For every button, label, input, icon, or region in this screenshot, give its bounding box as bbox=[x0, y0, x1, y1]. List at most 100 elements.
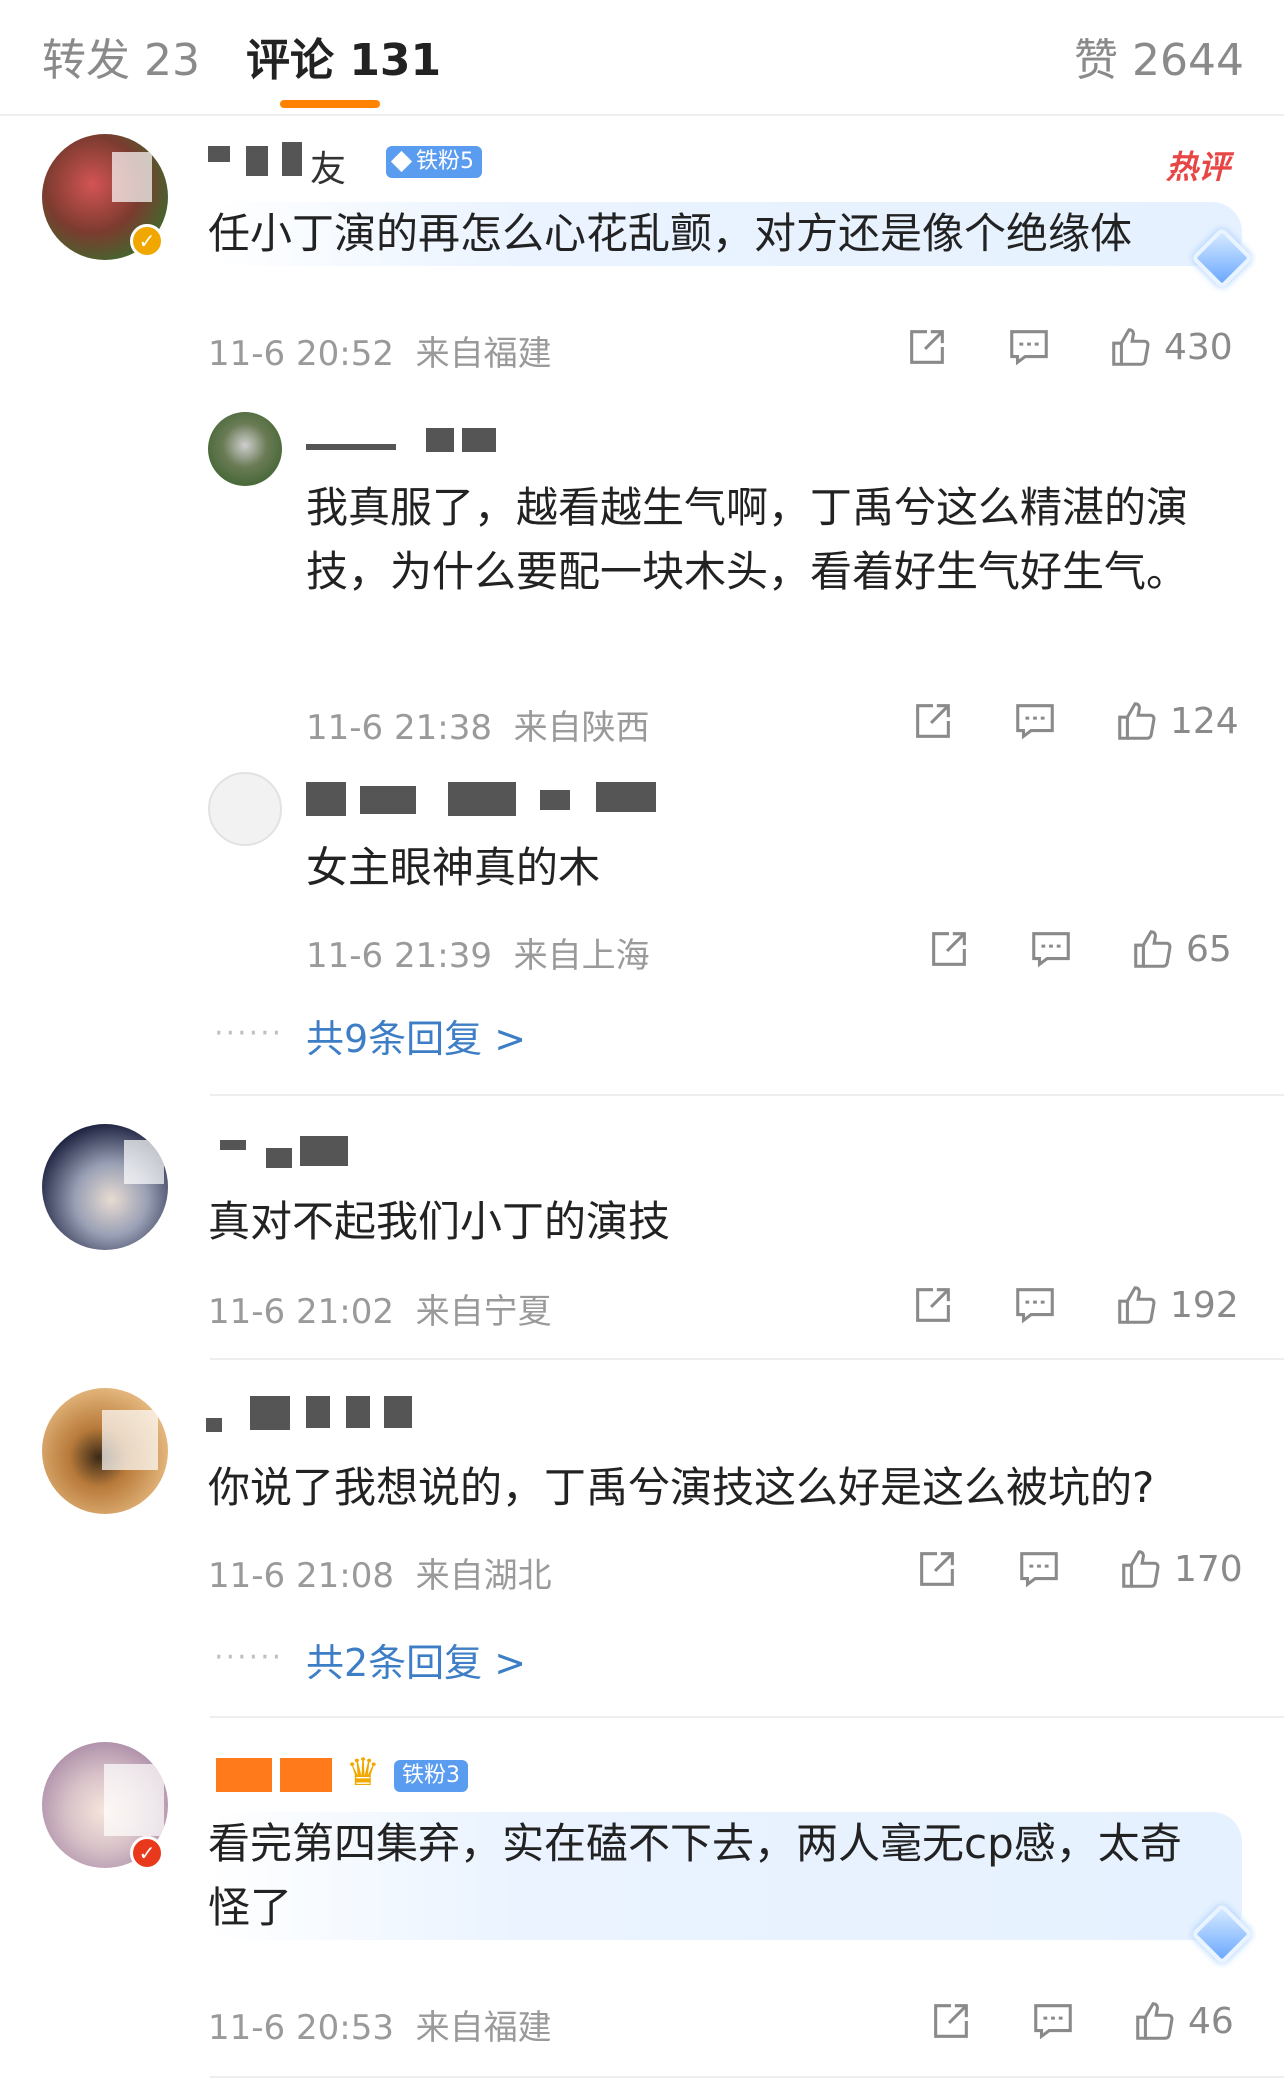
share-button[interactable] bbox=[904, 322, 950, 372]
comment-icon bbox=[1016, 704, 1054, 740]
comment-meta: 11-6 20:53 来自福建 bbox=[208, 2008, 552, 2048]
name-mask bbox=[220, 1140, 246, 1150]
tab-comments[interactable]: 评论 131 bbox=[246, 24, 441, 88]
thumbs-up-icon bbox=[1118, 702, 1156, 740]
name-mask bbox=[596, 782, 656, 812]
view-replies-link[interactable]: 共2条回复 > bbox=[306, 1632, 526, 1687]
comment-meta: 11-6 21:02 来自宁夏 bbox=[208, 1292, 552, 1332]
name-mask bbox=[306, 782, 346, 816]
comment-meta: 11-6 20:52 来自福建 bbox=[208, 334, 552, 374]
share-icon bbox=[934, 2004, 968, 2038]
comment-actions: 170 bbox=[910, 1544, 1250, 1594]
reply-button[interactable] bbox=[1012, 1280, 1058, 1330]
like-button[interactable]: 46 bbox=[1132, 1996, 1234, 2046]
name-mask bbox=[448, 782, 516, 816]
comment-icon bbox=[1020, 1552, 1058, 1588]
tab-likes[interactable]: 赞 2644 bbox=[1074, 24, 1244, 88]
name-mask bbox=[266, 1148, 292, 1168]
name-mask bbox=[208, 146, 230, 162]
name-mask bbox=[216, 1758, 272, 1792]
name-mask bbox=[346, 1396, 370, 1428]
reply-actions: 65 bbox=[922, 924, 1252, 974]
more-dots: ······ bbox=[214, 1016, 284, 1051]
reply-button[interactable] bbox=[1016, 1544, 1062, 1594]
thumbs-up-icon bbox=[1122, 1550, 1160, 1588]
like-button[interactable]: 65 bbox=[1130, 924, 1232, 974]
avatar[interactable] bbox=[42, 1124, 168, 1250]
share-icon bbox=[920, 1552, 954, 1586]
reply-actions: 124 bbox=[906, 696, 1246, 746]
verified-icon: ✓ bbox=[130, 224, 164, 258]
share-button[interactable] bbox=[928, 1996, 974, 2046]
name-mask bbox=[462, 428, 496, 452]
share-button[interactable] bbox=[926, 924, 972, 974]
name-mask bbox=[206, 1418, 222, 1432]
thumbs-up-icon bbox=[1112, 328, 1150, 366]
avatar[interactable] bbox=[208, 412, 282, 486]
diamond-icon bbox=[390, 150, 413, 173]
comment-text: 任小丁演的再怎么心花乱颤，对方还是像个绝缘体 bbox=[208, 202, 1242, 266]
comment-actions: 192 bbox=[906, 1280, 1246, 1330]
thumbs-up-icon bbox=[1118, 1286, 1156, 1324]
name-mask bbox=[360, 786, 416, 814]
avatar[interactable] bbox=[42, 1388, 168, 1514]
name-mask bbox=[426, 428, 454, 452]
comment-icon bbox=[1034, 2004, 1072, 2040]
thumbs-up-icon bbox=[1134, 930, 1172, 968]
like-button[interactable]: 124 bbox=[1114, 696, 1239, 746]
divider bbox=[210, 2076, 1284, 2078]
name-mask bbox=[280, 1758, 332, 1792]
reply-button[interactable] bbox=[1030, 1996, 1076, 2046]
name-mask bbox=[250, 1396, 290, 1430]
comment-text: 你说了我想说的，丁禹兮演技这么好是这么被坑的? bbox=[208, 1463, 1155, 1512]
tab-repost[interactable]: 转发 23 bbox=[42, 24, 200, 88]
comment-tabs: 转发 23 评论 131 赞 2644 bbox=[0, 0, 1284, 116]
crown-icon: ♛ bbox=[346, 1750, 381, 1794]
reply-text: 女主眼神真的木 bbox=[306, 843, 601, 892]
share-button[interactable] bbox=[914, 1544, 960, 1594]
reply-button[interactable] bbox=[1006, 322, 1052, 372]
fan-badge: 铁粉5 bbox=[386, 146, 482, 178]
comment-icon bbox=[1016, 1288, 1054, 1324]
share-icon bbox=[916, 704, 950, 738]
more-dots: ······ bbox=[214, 1640, 284, 1675]
name-mask bbox=[300, 1136, 348, 1166]
like-button[interactable]: 430 bbox=[1108, 322, 1233, 372]
name-mask bbox=[306, 1396, 330, 1428]
reply-meta: 11-6 21:38 来自陕西 bbox=[306, 708, 650, 748]
comment-icon bbox=[1010, 330, 1048, 366]
comment-text: 看完第四集弃，实在磕不下去，两人毫无cp感，太奇怪了 bbox=[208, 1812, 1242, 1940]
share-button[interactable] bbox=[910, 1280, 956, 1330]
comment-actions: 430 bbox=[900, 322, 1240, 372]
comment-text: 真对不起我们小丁的演技 bbox=[208, 1197, 671, 1246]
divider bbox=[210, 1358, 1284, 1360]
active-tab-indicator bbox=[280, 100, 380, 108]
share-icon bbox=[910, 330, 944, 364]
reply-text: 我真服了，越看越生气啊，丁禹兮这么精湛的演技，为什么要配一块木头，看着好生气好生… bbox=[306, 483, 1189, 596]
name-mask bbox=[384, 1396, 412, 1428]
hot-comment-label: 热评 bbox=[1166, 148, 1231, 186]
comment-actions: 46 bbox=[924, 1996, 1254, 2046]
like-button[interactable]: 192 bbox=[1114, 1280, 1239, 1330]
fan-badge: 铁粉3 bbox=[394, 1760, 468, 1792]
share-button[interactable] bbox=[910, 696, 956, 746]
avatar[interactable] bbox=[208, 772, 282, 846]
reply-button[interactable] bbox=[1028, 924, 1074, 974]
share-icon bbox=[916, 1288, 950, 1322]
share-icon bbox=[932, 932, 966, 966]
name-mask bbox=[306, 444, 396, 450]
reply-button[interactable] bbox=[1012, 696, 1058, 746]
divider bbox=[210, 1094, 1284, 1096]
thumbs-up-icon bbox=[1136, 2002, 1174, 2040]
name-mask bbox=[540, 790, 570, 810]
reply-meta: 11-6 21:39 来自上海 bbox=[306, 936, 650, 976]
username[interactable]: 友 bbox=[310, 140, 346, 192]
view-replies-link[interactable]: 共9条回复 > bbox=[306, 1008, 526, 1063]
comment-icon bbox=[1032, 932, 1070, 968]
like-button[interactable]: 170 bbox=[1118, 1544, 1243, 1594]
name-mask bbox=[246, 146, 268, 176]
name-mask bbox=[282, 142, 302, 176]
verified-icon: ✓ bbox=[130, 1836, 164, 1870]
divider bbox=[210, 1716, 1284, 1718]
comment-meta: 11-6 21:08 来自湖北 bbox=[208, 1556, 552, 1596]
